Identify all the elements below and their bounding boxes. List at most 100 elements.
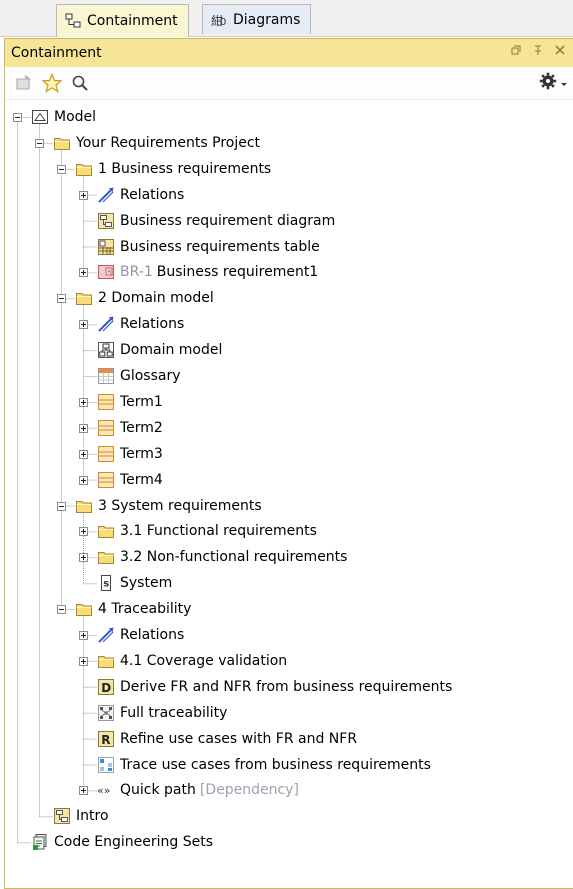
- tree-node-label: Business requirements table: [120, 238, 320, 255]
- view-tab-strip: Containment 紺0 Diagrams: [0, 0, 573, 37]
- folder-icon: [97, 522, 115, 540]
- tree-node[interactable]: Business requirements table: [97, 235, 320, 259]
- tree-node[interactable]: Your Requirements Project: [53, 131, 260, 155]
- tree-node-label: System: [120, 575, 173, 592]
- tree-node-label: Term3: [120, 445, 163, 462]
- tree-node-label: Relations: [120, 316, 185, 333]
- tree-node[interactable]: Relations: [97, 312, 184, 336]
- tree-node[interactable]: 3 System requirements: [75, 494, 262, 518]
- gear-icon: [539, 72, 557, 94]
- tree-node[interactable]: 3.2 Non-functional requirements: [97, 545, 347, 569]
- tab-diagrams[interactable]: 紺0 Diagrams: [202, 4, 312, 34]
- tree-node[interactable]: D Derive FR and NFR from business require…: [97, 675, 452, 699]
- tree-node-label: Business requirement diagram: [120, 212, 336, 229]
- tree-node[interactable]: Code Engineering Sets: [31, 830, 213, 854]
- tree-node[interactable]: Relations: [97, 183, 184, 207]
- tree-node[interactable]: 3.1 Functional requirements: [97, 519, 317, 543]
- term-icon: [97, 419, 115, 437]
- collapse-toggle[interactable]: [35, 138, 44, 148]
- tree-node[interactable]: Relations: [97, 623, 184, 647]
- class-diagram-icon: [97, 341, 115, 359]
- tree-node[interactable]: Term2: [97, 416, 163, 440]
- expand-toggle[interactable]: [79, 786, 88, 796]
- tab-containment[interactable]: Containment: [56, 4, 189, 37]
- folder-icon: [97, 652, 115, 670]
- relation-icon: [97, 315, 115, 333]
- options-menu-button[interactable]: [533, 72, 567, 94]
- tree-node-label: Derive FR and NFR from business requirem…: [120, 678, 453, 695]
- expand-toggle[interactable]: [79, 320, 88, 330]
- collapse-toggle[interactable]: [57, 164, 66, 174]
- tree-node-label: Model: [54, 109, 97, 125]
- containment-tree[interactable]: Model Your Requirements Project 1 Business…: [5, 100, 573, 889]
- expand-toggle[interactable]: [79, 527, 88, 537]
- expand-toggle[interactable]: [79, 423, 88, 433]
- requirement-id: BR-1: [120, 264, 153, 281]
- folder-icon: [75, 160, 93, 178]
- tree-node-label: Domain model: [120, 342, 223, 359]
- pin-icon[interactable]: [533, 45, 543, 58]
- tree-node[interactable]: «» Quick path [Dependency]: [97, 778, 299, 802]
- expand-toggle[interactable]: [79, 397, 88, 407]
- tree-node[interactable]: s System: [97, 571, 172, 595]
- tree-node[interactable]: R Refine use cases with FR and NFR: [97, 727, 357, 751]
- tree-node[interactable]: R BR-1 Business requirement1: [97, 260, 318, 284]
- model-icon: [31, 108, 49, 126]
- expand-toggle[interactable]: [79, 475, 88, 485]
- relation-icon: [97, 186, 115, 204]
- restore-icon[interactable]: [511, 45, 521, 58]
- tree-node-label: Glossary: [120, 368, 181, 384]
- svg-text:R: R: [101, 733, 110, 747]
- tree-node[interactable]: 2 Domain model: [75, 286, 214, 310]
- folder-icon: [75, 600, 93, 618]
- tree-node[interactable]: Full traceability: [97, 701, 227, 725]
- svg-text:«»: «»: [97, 784, 110, 797]
- tree-node[interactable]: Business requirement diagram: [97, 209, 335, 233]
- tree-node[interactable]: 4.1 Coverage validation: [97, 649, 287, 673]
- glossary-icon: [97, 367, 115, 385]
- tree-node[interactable]: 4 Traceability: [75, 597, 191, 621]
- expand-toggle[interactable]: [79, 553, 88, 563]
- tree-node[interactable]: Glossary: [97, 364, 181, 388]
- tree-node-label: Your Requirements Project: [76, 134, 261, 151]
- tree-node[interactable]: Term3: [97, 442, 163, 466]
- new-element-icon[interactable]: [13, 72, 35, 94]
- collapse-toggle[interactable]: [13, 113, 22, 122]
- tree-node-label: 4.1 Coverage validation: [120, 652, 288, 669]
- collapse-toggle[interactable]: [57, 294, 66, 304]
- refine-icon: R: [97, 730, 115, 748]
- tree-node[interactable]: Term4: [97, 468, 163, 492]
- favorite-star-icon[interactable]: [41, 72, 63, 94]
- panel-title-bar: Containment: [5, 39, 573, 67]
- tree-node[interactable]: Domain model: [97, 338, 222, 362]
- tree-node[interactable]: Term1: [97, 390, 163, 414]
- tree-node-label: 2 Domain model: [98, 290, 214, 307]
- collapse-toggle[interactable]: [57, 605, 66, 615]
- tree-node-label: 3 System requirements: [98, 497, 262, 514]
- chevron-down-icon: [561, 75, 567, 91]
- expand-toggle[interactable]: [79, 190, 88, 200]
- tree-node-label: Trace use cases from business requiremen…: [120, 756, 431, 773]
- tree-node[interactable]: 1 Business requirements: [75, 157, 271, 181]
- tree-node[interactable]: Intro: [53, 804, 109, 828]
- system-icon: s: [97, 574, 115, 592]
- diagrams-icon: 紺0: [211, 12, 227, 28]
- tree-node[interactable]: Model: [31, 105, 96, 129]
- traceability-icon: [97, 704, 115, 722]
- tree-node[interactable]: Trace use cases from business requiremen…: [97, 753, 431, 777]
- expand-toggle[interactable]: [79, 449, 88, 459]
- dependency-icon: «»: [97, 781, 115, 799]
- tree-node-label: Relations: [120, 627, 185, 643]
- close-icon[interactable]: [555, 45, 565, 58]
- collapse-toggle[interactable]: [57, 501, 66, 511]
- trace-icon: [97, 756, 115, 774]
- search-icon[interactable]: [69, 72, 91, 94]
- expand-toggle[interactable]: [79, 631, 88, 640]
- svg-text:D: D: [101, 681, 111, 695]
- expand-toggle[interactable]: [79, 656, 88, 666]
- tree-node-label: 4 Traceability: [98, 601, 192, 618]
- table-icon: [97, 238, 115, 256]
- code-sets-icon: [31, 833, 49, 851]
- expand-toggle[interactable]: [79, 268, 88, 278]
- term-icon: [97, 393, 115, 411]
